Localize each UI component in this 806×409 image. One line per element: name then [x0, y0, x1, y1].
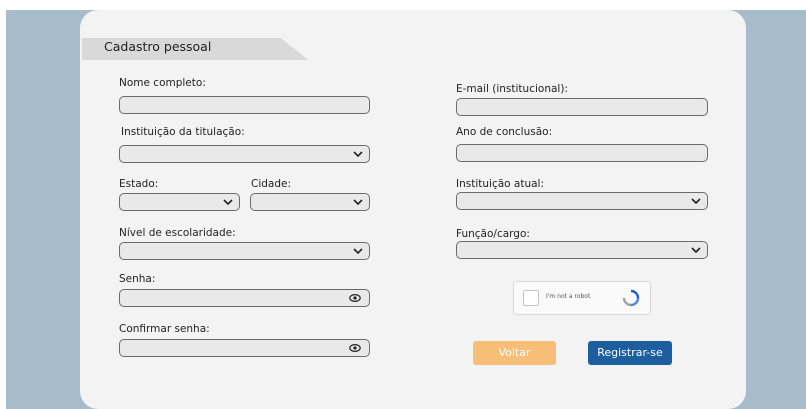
ano-conclusao-input[interactable]	[456, 144, 708, 162]
senha-input[interactable]	[119, 289, 370, 307]
recaptcha-widget: I'm not a robot	[513, 281, 651, 315]
chevron-down-icon	[691, 198, 701, 205]
senha-label: Senha:	[119, 273, 156, 285]
chevron-down-icon	[353, 199, 363, 206]
escolaridade-select[interactable]	[119, 242, 370, 260]
cidade-select[interactable]	[250, 193, 370, 211]
recaptcha-checkbox[interactable]	[523, 290, 539, 306]
recaptcha-icon	[622, 289, 640, 307]
registrar-button[interactable]: Registrar-se	[588, 341, 672, 365]
voltar-button[interactable]: Voltar	[473, 341, 556, 365]
confirmar-senha-input[interactable]	[119, 339, 370, 357]
escolaridade-label: Nível de escolaridade:	[119, 227, 236, 239]
funcao-cargo-select[interactable]	[456, 241, 708, 259]
chevron-down-icon	[223, 199, 233, 206]
nome-label: Nome completo:	[119, 77, 206, 89]
chevron-down-icon	[353, 151, 363, 158]
email-label: E-mail (institucional):	[456, 83, 568, 95]
section-title: Cadastro pessoal	[104, 39, 212, 54]
chevron-down-icon	[691, 247, 701, 254]
confirmar-senha-label: Confirmar senha:	[119, 323, 210, 335]
chevron-down-icon	[353, 248, 363, 255]
cidade-label: Cidade:	[251, 178, 292, 190]
nome-input[interactable]	[119, 96, 370, 114]
instituicao-atual-label: Instituição atual:	[456, 178, 545, 190]
recaptcha-text: I'm not a robot	[546, 293, 591, 300]
ano-conclusao-label: Ano de conclusão:	[456, 126, 553, 138]
instituicao-atual-select[interactable]	[456, 192, 708, 210]
instituicao-titulacao-label: Instituição da titulação:	[121, 126, 245, 138]
estado-select[interactable]	[119, 193, 240, 211]
eye-icon[interactable]	[349, 343, 361, 353]
funcao-cargo-label: Função/cargo:	[456, 228, 530, 240]
eye-icon[interactable]	[349, 293, 361, 303]
estado-label: Estado:	[119, 178, 159, 190]
instituicao-titulacao-select[interactable]	[119, 145, 370, 163]
email-input[interactable]	[456, 98, 708, 116]
